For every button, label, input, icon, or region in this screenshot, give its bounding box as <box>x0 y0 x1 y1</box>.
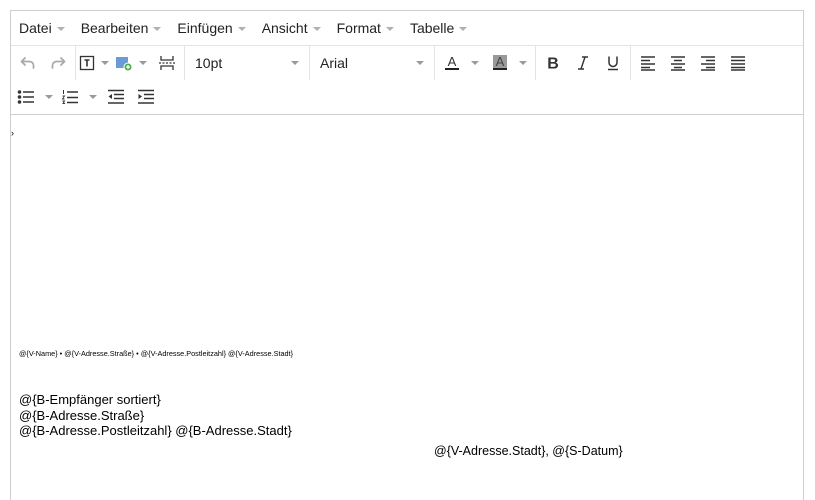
redo-button[interactable] <box>43 49 73 77</box>
italic-icon <box>578 56 588 70</box>
chevron-down-icon <box>45 95 53 99</box>
font-size-group: 10pt <box>185 46 310 80</box>
insert-image-icon <box>116 57 133 71</box>
font-family-group: Arial <box>310 46 435 80</box>
recipient-street: @{B-Adresse.Straße} <box>19 407 145 423</box>
document-content[interactable]: › @{V-Name} • @{V-Adresse.Straße} • @{V-… <box>11 115 803 495</box>
bold-icon: B <box>547 56 559 72</box>
font-size-value: 10pt <box>195 55 223 71</box>
underline-button[interactable] <box>598 49 628 77</box>
undo-button[interactable] <box>13 49 43 77</box>
menu-label: Datei <box>19 20 52 36</box>
page-break-icon <box>159 56 175 70</box>
align-right-icon <box>701 56 715 71</box>
page-break-button[interactable] <box>152 49 182 77</box>
justify-button[interactable] <box>723 49 753 77</box>
svg-text:A: A <box>448 54 457 69</box>
history-group <box>11 46 76 80</box>
menubar: Datei Bearbeiten Einfügen Ansicht Format… <box>11 11 803 46</box>
underline-icon <box>608 56 618 71</box>
outdent-icon <box>108 89 124 104</box>
menu-ansicht[interactable]: Ansicht <box>254 11 329 45</box>
menu-tabelle[interactable]: Tabelle <box>402 11 475 45</box>
insert-group <box>76 46 185 80</box>
svg-text:B: B <box>547 56 559 72</box>
svg-text:A: A <box>496 54 505 69</box>
chevron-down-icon <box>471 61 479 65</box>
chevron-down-icon <box>291 61 299 65</box>
align-left-icon <box>641 56 655 71</box>
list-group <box>11 80 163 114</box>
background-color-icon: A <box>493 54 507 70</box>
menu-label: Einfügen <box>177 20 233 36</box>
indent-icon <box>138 89 154 104</box>
text-color-button[interactable]: A <box>437 49 485 77</box>
recipient-address: @{B-Empfänger sortiert} @{B-Adresse.Stra… <box>19 392 292 439</box>
text-color-icon: A <box>445 54 459 70</box>
rich-text-editor: Datei Bearbeiten Einfügen Ansicht Format… <box>10 10 804 500</box>
chevron-down-icon <box>153 26 162 31</box>
insert-image-button[interactable] <box>114 49 148 77</box>
menu-label: Format <box>336 20 381 36</box>
menu-label: Tabelle <box>409 20 455 36</box>
place-date-line: @{V-Adresse.Stadt}, @{S-Datum} <box>434 444 623 458</box>
bullet-list-button[interactable] <box>13 83 57 111</box>
indent-button[interactable] <box>131 83 161 111</box>
align-center-button[interactable] <box>663 49 693 77</box>
bullet-list-icon <box>17 90 34 104</box>
bold-button[interactable]: B <box>538 49 568 77</box>
menu-format[interactable]: Format <box>329 11 402 45</box>
redo-icon <box>51 57 66 69</box>
insert-field-button[interactable] <box>78 49 110 77</box>
chevron-down-icon <box>101 61 109 65</box>
chevron-down-icon <box>139 61 147 65</box>
font-family-select[interactable]: Arial <box>312 49 432 77</box>
toolbar-row-2 <box>11 80 803 114</box>
align-center-icon <box>671 56 685 71</box>
toolbar: 10pt Arial A A B <box>11 46 803 115</box>
chevron-down-icon <box>519 61 527 65</box>
recipient-city: @{B-Adresse.Postleitzahl} @{B-Adresse.St… <box>19 423 292 438</box>
undo-icon <box>20 57 35 69</box>
menu-label: Bearbeiten <box>80 20 149 36</box>
numbered-list-button[interactable] <box>57 83 101 111</box>
chevron-down-icon <box>56 26 65 31</box>
chevron-down-icon <box>416 61 424 65</box>
chevron-down-icon <box>385 26 394 31</box>
toolbar-row-1: 10pt Arial A A B <box>11 46 803 80</box>
menu-datei[interactable]: Datei <box>11 11 73 45</box>
menu-bearbeiten[interactable]: Bearbeiten <box>73 11 170 45</box>
font-size-select[interactable]: 10pt <box>187 49 307 77</box>
align-group <box>631 46 755 80</box>
format-group: B <box>536 46 631 80</box>
sender-line: @{V-Name} • @{V-Adresse.Straße} • @{V-Ad… <box>19 349 294 358</box>
align-right-button[interactable] <box>693 49 723 77</box>
anchor-marker-icon: › <box>11 128 14 138</box>
menu-label: Ansicht <box>261 20 308 36</box>
chevron-down-icon <box>459 26 468 31</box>
insert-field-icon <box>79 55 95 71</box>
chevron-down-icon <box>237 26 246 31</box>
chevron-down-icon <box>89 95 97 99</box>
chevron-down-icon <box>312 26 321 31</box>
outdent-button[interactable] <box>101 83 131 111</box>
align-left-button[interactable] <box>633 49 663 77</box>
justify-icon <box>731 56 745 71</box>
menu-einfuegen[interactable]: Einfügen <box>169 11 253 45</box>
background-color-button[interactable]: A <box>485 49 533 77</box>
italic-button[interactable] <box>568 49 598 77</box>
numbered-list-icon <box>61 90 78 104</box>
color-group: A A <box>435 46 536 80</box>
recipient-name: @{B-Empfänger sortiert} <box>19 392 161 407</box>
font-family-value: Arial <box>320 55 349 71</box>
